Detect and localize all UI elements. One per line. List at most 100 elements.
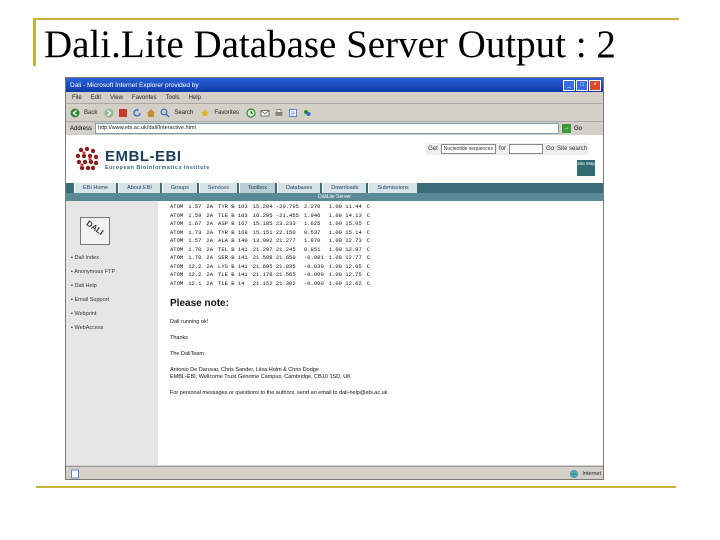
ebi-logo-name: EMBL-EBI: [105, 147, 182, 165]
tab-databases[interactable]: Databases: [276, 183, 321, 193]
tab-ebi-home[interactable]: EBI Home: [74, 183, 117, 193]
note-line-team: The DaliTeam: [170, 351, 204, 357]
status-bar: Internet: [66, 466, 603, 479]
table-cell: 1.00 12.97: [328, 245, 362, 253]
tab-toolbox[interactable]: Toolbox: [239, 183, 275, 193]
search-go-button[interactable]: Go: [546, 146, 554, 152]
table-cell: C: [366, 228, 371, 236]
note-line-contact: For personal messages or questions to th…: [170, 390, 388, 396]
browser-title: Dali - Microsoft Internet Explorer provi…: [70, 81, 199, 89]
table-cell: C: [366, 254, 371, 261]
dali-logo: DALI: [80, 217, 110, 245]
tab-submissions[interactable]: Submissions: [368, 183, 417, 193]
slide-bottom-rule: [36, 486, 676, 488]
stop-icon[interactable]: [118, 108, 128, 118]
favorites-label[interactable]: Favorites: [214, 110, 239, 116]
site-map-button[interactable]: Site Map: [577, 160, 595, 176]
table-cell: 2A: [206, 262, 214, 270]
internet-zone-icon: [570, 469, 579, 478]
table-cell: 0.537: [303, 228, 321, 236]
table-cell: 13.002 21.277: [252, 237, 296, 244]
print-icon[interactable]: [274, 108, 284, 118]
table-cell: C: [366, 203, 371, 210]
table-row: ATOM 1.59 2A TLE B 103 16.205 -21.455 1.946 1.…: [170, 212, 375, 221]
toolbar: Back Search Favorites: [66, 104, 603, 122]
close-button[interactable]: ×: [589, 79, 601, 91]
table-cell: 2.270: [303, 203, 321, 210]
address-input[interactable]: http://www.ebi.ac.uk/dali/Interactive.ht…: [95, 123, 560, 134]
sidebar-item-webaccess[interactable]: ▪ WebAccess: [71, 321, 115, 335]
tab-about-ebi[interactable]: About EBI: [118, 183, 160, 193]
table-cell: -0.000: [303, 271, 324, 278]
section-subbar: DaliLite Server: [66, 193, 603, 201]
table-cell: C: [366, 262, 371, 270]
table-row: ATOM 1.67 2A ASP B 167 15.185 23.233 1.625 1.0…: [170, 220, 375, 229]
table-cell: ATOM: [170, 245, 184, 253]
menu-favorites[interactable]: Favorites: [132, 95, 157, 101]
search-label[interactable]: Search: [174, 110, 193, 116]
table-cell: ATOM: [170, 203, 184, 210]
minimize-button[interactable]: _: [563, 79, 575, 91]
menu-file[interactable]: File: [72, 95, 82, 101]
table-cell: 15.151 22.150: [252, 228, 296, 236]
tab-services[interactable]: Services: [198, 183, 237, 193]
table-cell: ALA B 140: [218, 237, 248, 244]
table-cell: 12.2: [188, 262, 202, 270]
table-cell: TLE B 141: [218, 271, 248, 278]
tab-downloads[interactable]: Downloads: [322, 183, 367, 193]
table-cell: 1.00 14.13: [328, 211, 362, 219]
table-cell: -0.030: [303, 262, 324, 270]
table-cell: 2A: [206, 220, 214, 227]
table-cell: ATOM: [170, 271, 184, 278]
slide-left-rule: [33, 20, 36, 66]
address-label: Address: [70, 125, 93, 132]
table-cell: 1.946: [303, 211, 321, 219]
mail-icon[interactable]: [260, 108, 270, 118]
table-cell: 1.70: [188, 254, 202, 261]
table-row: ATOM 1.73 2A TYR B 168 15.151 22.150 0.537 1.0…: [170, 229, 375, 238]
tab-groups[interactable]: Groups: [161, 183, 197, 193]
search-icon[interactable]: [160, 108, 170, 118]
menu-help[interactable]: Help: [189, 95, 201, 101]
sidebar-item-webprint[interactable]: ▪ Webprint: [71, 307, 115, 321]
table-cell: 1.57: [188, 237, 202, 244]
menu-edit[interactable]: Edit: [91, 95, 101, 101]
search-query-input[interactable]: [508, 144, 543, 154]
edit-icon[interactable]: [288, 108, 298, 118]
site-search-link[interactable]: Site search: [557, 146, 587, 152]
back-icon[interactable]: [70, 108, 80, 118]
sidebar-item-dali-help[interactable]: ▪ Dali Help: [71, 279, 115, 293]
ebi-logo-icon[interactable]: [72, 144, 102, 174]
menu-view[interactable]: View: [110, 95, 123, 101]
table-cell: 1.870: [303, 237, 321, 244]
messenger-icon[interactable]: [302, 108, 312, 118]
forward-icon[interactable]: [104, 108, 114, 118]
left-links: ▪ Dali Index ▪ Anonymous FTP ▪ Dali Help…: [71, 251, 115, 335]
table-row: ATOM 12.2 2A TLE B 141 21.178 21.565 -0.000 1.…: [170, 271, 375, 280]
table-cell: 2A: [206, 203, 214, 210]
favorites-icon[interactable]: [200, 108, 210, 118]
search-database-select[interactable]: Nucleotide sequences: [440, 144, 496, 154]
table-cell: 2A: [206, 237, 214, 244]
refresh-icon[interactable]: [132, 108, 142, 118]
table-cell: 1.00 11.44: [328, 203, 362, 210]
sidebar-item-dali-index[interactable]: ▪ Dali Index: [71, 251, 115, 265]
go-label[interactable]: Go: [574, 126, 582, 132]
note-line-status: Dali running ok!: [170, 319, 209, 325]
maximize-button[interactable]: □: [576, 79, 588, 91]
menu-tools[interactable]: Tools: [166, 95, 180, 101]
table-cell: TYR B 168: [218, 228, 248, 236]
sidebar-item-anonymous-ftp[interactable]: ▪ Anonymous FTP: [71, 265, 115, 279]
go-button[interactable]: →: [562, 124, 572, 133]
note-line-authors: Antonio De Daruvar, Chris Sander, Liisa …: [170, 367, 319, 373]
table-cell: 0.851: [303, 245, 321, 253]
output-pane: ATOM 1.57 2A TYR B 103 15.204 -20.795 2.270 1.…: [158, 201, 603, 465]
home-icon[interactable]: [146, 108, 156, 118]
table-cell: 1.70: [188, 245, 202, 253]
history-icon[interactable]: [246, 107, 256, 118]
table-cell: 12.1: [188, 279, 202, 287]
table-row: ATOM 12.1 2A TLE B 14 21.152 21.302 -0.000 1.0…: [170, 280, 375, 289]
back-label[interactable]: Back: [84, 110, 97, 116]
sidebar-item-email-support[interactable]: ▪ Email Support: [71, 293, 115, 307]
browser-window: Dali - Microsoft Internet Explorer provi…: [65, 77, 604, 480]
